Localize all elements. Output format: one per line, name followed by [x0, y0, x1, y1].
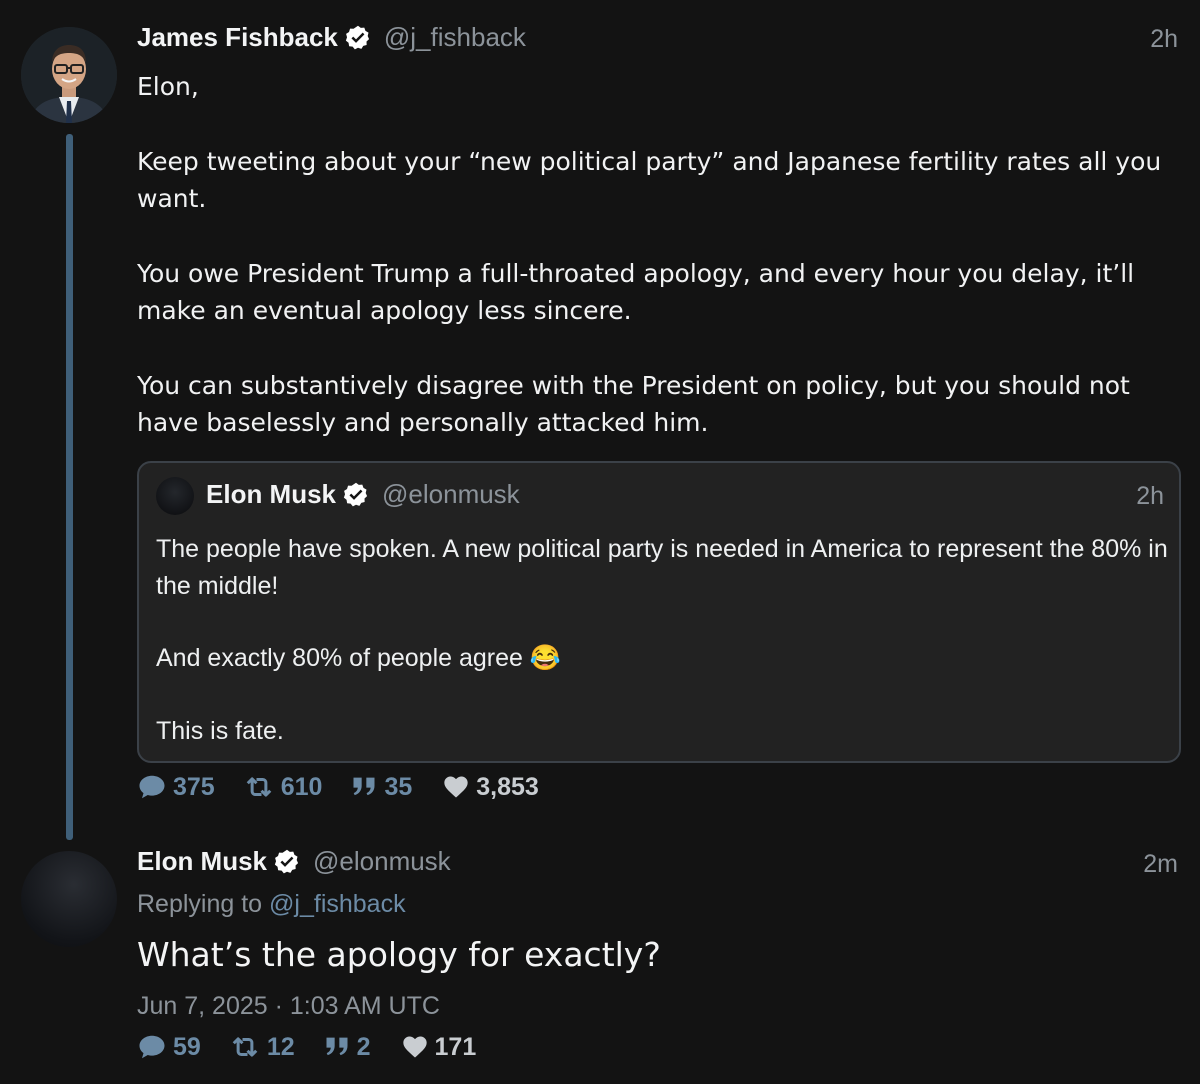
like-count[interactable]: 171 — [401, 1032, 477, 1062]
tweet-body: Elon, Keep tweeting about your “new poli… — [137, 68, 1187, 442]
quoted-author-name[interactable]: Elon Musk — [206, 479, 336, 510]
author-name[interactable]: James Fishback — [137, 22, 338, 53]
quoted-paragraph: And exactly 80% of people agree 😂 — [156, 644, 561, 672]
reply-icon — [137, 772, 167, 802]
tweet-paragraph: You owe President Trump a full-throated … — [137, 258, 1135, 326]
avatar-james-fishback[interactable] — [21, 27, 117, 123]
avatar-elon-musk[interactable] — [21, 851, 117, 947]
reply-author-name[interactable]: Elon Musk — [137, 846, 267, 877]
quoted-tweet-timestamp[interactable]: 2h — [1136, 482, 1164, 511]
reply-count[interactable]: 59 — [137, 1032, 201, 1062]
profile-photo-icon — [21, 27, 117, 123]
reply-count-value: 375 — [173, 772, 215, 801]
reply-tweet-timestamp[interactable]: 2m — [1143, 850, 1178, 879]
tweet-stats: 375 610 35 3,853 — [137, 772, 539, 802]
quoted-tweet-body: The people have spoken. A new political … — [156, 531, 1168, 749]
reply-icon — [137, 1032, 167, 1062]
verified-badge-icon — [342, 481, 370, 509]
tweet-paragraph: Elon, — [137, 72, 199, 101]
replying-to-label: Replying to — [137, 890, 263, 918]
tweet-paragraph: You can substantively disagree with the … — [137, 370, 1130, 438]
verified-badge-icon — [273, 848, 301, 876]
tweet-header: James Fishback @j_fishback — [137, 22, 526, 53]
retweet-icon — [243, 772, 275, 802]
like-count-value: 171 — [434, 1032, 477, 1061]
tweet-paragraph: Keep tweeting about your “new political … — [137, 146, 1162, 214]
retweet-count-value: 12 — [266, 1032, 295, 1061]
author-handle[interactable]: @j_fishback — [384, 22, 526, 53]
retweet-count[interactable]: 610 — [243, 772, 323, 802]
like-count-value: 3,853 — [476, 772, 539, 801]
reply-tweet-stats: 59 12 2 171 — [137, 1032, 476, 1062]
heart-icon — [401, 1033, 429, 1061]
quoted-tweet-header: Elon Musk @elonmusk — [206, 479, 520, 510]
quote-icon — [323, 1033, 351, 1061]
reply-count-value: 59 — [173, 1032, 201, 1061]
verified-badge-icon — [344, 24, 372, 52]
reply-tweet-date[interactable]: Jun 7, 2025 · 1:03 AM UTC — [137, 992, 440, 1021]
replying-to: Replying to @j_fishback — [137, 890, 406, 919]
quote-icon — [350, 773, 378, 801]
quoted-avatar[interactable] — [156, 477, 194, 515]
reply-author-handle[interactable]: @elonmusk — [313, 846, 451, 877]
quote-count[interactable]: 35 — [350, 773, 412, 802]
like-count[interactable]: 3,853 — [442, 773, 539, 802]
retweet-icon — [229, 1032, 261, 1062]
reply-count[interactable]: 375 — [137, 772, 215, 802]
tweet-timestamp[interactable]: 2h — [1150, 25, 1178, 54]
quote-count-value: 2 — [356, 1032, 371, 1061]
quoted-paragraph: The people have spoken. A new political … — [156, 535, 1168, 600]
quoted-paragraph: This is fate. — [156, 716, 284, 745]
thread-connector-line — [66, 134, 73, 840]
replying-to-handle-link[interactable]: @j_fishback — [269, 890, 406, 918]
retweet-count[interactable]: 12 — [229, 1032, 295, 1062]
reply-tweet-text: What’s the apology for exactly? — [137, 935, 661, 974]
retweet-count-value: 610 — [280, 772, 323, 801]
quote-count-value: 35 — [384, 772, 413, 801]
quoted-author-handle[interactable]: @elonmusk — [382, 479, 520, 510]
heart-icon — [442, 773, 470, 801]
quote-count[interactable]: 2 — [323, 1033, 371, 1062]
reply-tweet-header: Elon Musk @elonmusk — [137, 846, 451, 877]
